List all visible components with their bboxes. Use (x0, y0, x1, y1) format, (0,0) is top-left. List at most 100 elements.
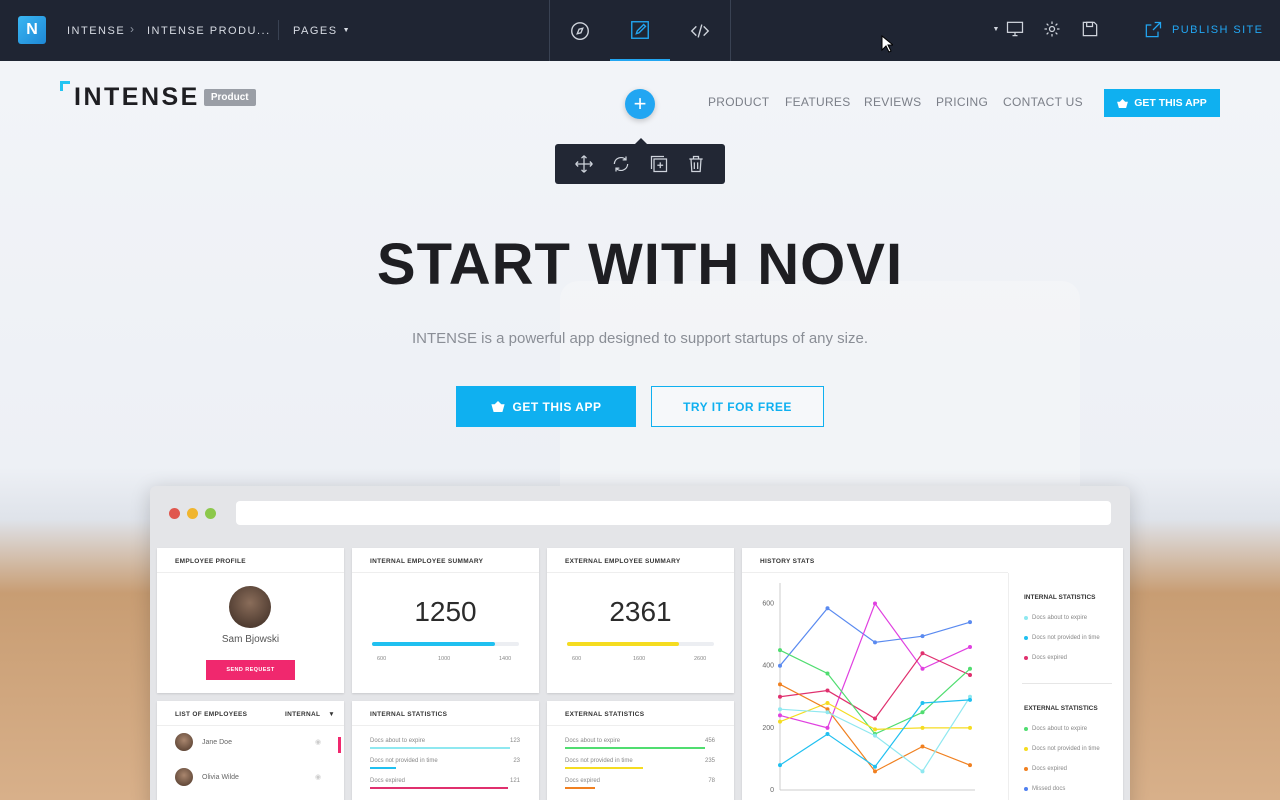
nav-product[interactable]: PRODUCT (708, 95, 769, 109)
legend-dot (1024, 636, 1028, 640)
data-point (920, 666, 925, 671)
scroll-indicator[interactable] (338, 737, 341, 753)
external-summary-card: EXTERNAL EMPLOYEE SUMMARY 2361 600 1600 … (547, 548, 734, 693)
summary-progress-bar (372, 642, 519, 646)
stat-row: Docs not provided in time 23 (370, 758, 520, 769)
legend-item: Docs about to expire (1024, 615, 1087, 621)
series-line (779, 649, 971, 735)
plus-icon: + (633, 91, 647, 116)
get-app-button[interactable]: GET THIS APP (456, 386, 636, 427)
data-point (825, 710, 830, 715)
try-free-button[interactable]: TRY IT FOR FREE (651, 386, 824, 427)
nav-features[interactable]: FEATURES (785, 95, 851, 109)
data-point (778, 694, 782, 699)
data-point (968, 725, 972, 730)
edit-mode-button[interactable] (610, 0, 670, 61)
eye-icon[interactable]: ◉ (315, 773, 321, 781)
stat-label: Docs about to expire (370, 738, 426, 744)
stat-bar (565, 747, 705, 749)
data-point (920, 744, 925, 749)
stat-bar (565, 787, 595, 789)
breadcrumb-page[interactable]: INTENSE PRODU... (147, 0, 271, 61)
legend-label: Docs about to expire (1032, 726, 1088, 732)
caret-down-icon[interactable]: ▼ (992, 18, 1000, 40)
get-app-nav-button[interactable]: GET THIS APP (1104, 89, 1220, 117)
logo-corner-mark (60, 81, 70, 91)
nav-reviews[interactable]: REVIEWS (864, 95, 921, 109)
stat-row: Docs expired 121 (370, 778, 520, 789)
internal-statistics-card: INTERNAL STATISTICS Docs about to expire… (352, 701, 539, 800)
move-icon[interactable] (574, 154, 594, 174)
scale-label: 600 (377, 656, 387, 662)
pages-label: PAGES (293, 24, 338, 37)
pages-dropdown[interactable]: PAGES ▼ (293, 0, 351, 61)
window-maximize-dot (205, 508, 216, 519)
progress-fill (372, 642, 496, 646)
device-preview-button[interactable] (1004, 18, 1026, 40)
stat-row: Docs about to expire 123 (370, 738, 520, 749)
stat-row: Docs expired 78 (565, 778, 715, 789)
avatar (229, 586, 271, 628)
trash-icon[interactable] (686, 154, 706, 174)
url-bar (236, 501, 1111, 525)
data-point (968, 666, 972, 671)
legend-label: Docs about to expire (1032, 615, 1088, 621)
site-logo[interactable]: INTENSE Product (60, 81, 256, 112)
nav-pricing[interactable]: PRICING (936, 95, 988, 109)
logo-word: INTENSE (74, 83, 200, 111)
design-mode-button[interactable] (550, 0, 610, 61)
eye-icon[interactable]: ◉ (315, 738, 321, 746)
stat-label: Docs expired (370, 778, 406, 784)
data-point (873, 764, 877, 769)
publish-site-button[interactable]: PUBLISH SITE (1143, 18, 1263, 42)
settings-button[interactable] (1041, 18, 1063, 40)
card-title: EMPLOYEE PROFILE (175, 558, 246, 565)
divider (547, 725, 734, 726)
element-toolbar (555, 138, 725, 184)
gear-icon (1044, 21, 1060, 37)
add-element-button[interactable]: + (625, 89, 655, 119)
window-minimize-dot (187, 508, 198, 519)
series-line (779, 602, 971, 729)
card-title: EXTERNAL EMPLOYEE SUMMARY (565, 558, 681, 565)
monitor-icon (1006, 21, 1024, 37)
stat-bar (565, 767, 643, 769)
duplicate-icon[interactable] (649, 154, 669, 174)
get-app-label: GET THIS APP (512, 399, 602, 414)
legend-item: Docs not provided in time (1024, 746, 1100, 752)
summary-value: 1250 (414, 596, 477, 627)
save-button[interactable] (1079, 18, 1101, 40)
data-point (920, 769, 925, 774)
data-point (825, 671, 830, 676)
legend-label: Docs expired (1032, 655, 1068, 661)
data-point (968, 763, 972, 768)
legend-dot (1024, 787, 1028, 791)
y-tick-label: 600 (762, 601, 774, 608)
list-item[interactable]: Olivia Wilde ◉ (175, 768, 321, 786)
legend-label: Missed docs (1032, 786, 1066, 792)
employee-name: Sam Bjowski (221, 634, 280, 645)
list-filter-dropdown[interactable]: INTERNAL ▼ (285, 711, 335, 718)
stat-label: Docs about to expire (565, 738, 621, 744)
y-tick-label: 0 (770, 787, 774, 794)
send-request-button[interactable]: SEND REQUEST (206, 660, 295, 680)
y-tick-label: 400 (762, 663, 774, 670)
page-canvas: INTENSE Product + PRODUCT FEATURES REVIE… (0, 61, 1280, 800)
save-icon (1082, 21, 1098, 37)
list-item[interactable]: Jane Doe ◉ (175, 733, 321, 751)
app-logo[interactable]: N (18, 16, 46, 44)
employee-name: Jane Doe (202, 738, 232, 746)
nav-contact-us[interactable]: CONTACT US (1003, 95, 1083, 109)
employee-list-card: LIST OF EMPLOYEES INTERNAL ▼ Jane Doe ◉ O… (157, 701, 344, 800)
external-link-icon (1145, 21, 1162, 38)
data-point (873, 769, 877, 774)
divider (547, 572, 734, 573)
caret-down-icon: ▼ (342, 27, 352, 34)
code-mode-button[interactable] (670, 0, 730, 61)
divider (730, 0, 731, 61)
card-title: INTERNAL STATISTICS (370, 711, 448, 718)
breadcrumb-separator: › (130, 22, 134, 36)
breadcrumb-root[interactable]: INTENSE (67, 0, 125, 61)
refresh-icon[interactable] (611, 154, 631, 174)
stat-label: Docs not provided in time (370, 758, 438, 764)
